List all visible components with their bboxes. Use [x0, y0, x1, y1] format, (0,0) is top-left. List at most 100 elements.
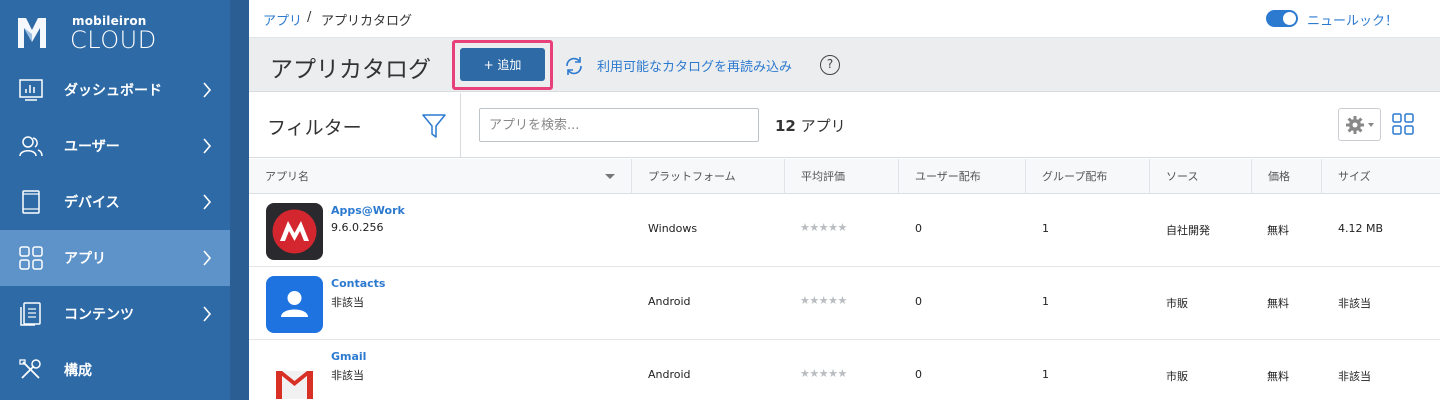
sort-arrow-icon[interactable] [605, 174, 615, 179]
column-label: ソース [1166, 170, 1199, 183]
column-header-platform[interactable]: プラットフォーム [632, 159, 785, 194]
brand-name-big: CLOUD [70, 26, 157, 54]
app-name-link[interactable]: Gmail [331, 350, 366, 363]
price-cell: 無料 [1267, 297, 1289, 310]
sidebar-item-label: コンテンツ [64, 307, 134, 323]
app-count: 12 アプリ [775, 115, 846, 136]
source-cell: 自社開発 [1166, 224, 1210, 237]
rating-stars: ★★★★★ [800, 367, 847, 380]
table-row[interactable]: Gmail 非該当 Android ★★★★★ 0 1 市販 無料 非該当 [249, 340, 1440, 400]
platform-cell: Windows [648, 222, 698, 235]
new-look-toggle[interactable] [1266, 10, 1298, 27]
size-cell: 4.12 MB [1338, 222, 1384, 235]
content-icon [20, 302, 41, 326]
breadcrumb-current: アプリカタログ [321, 14, 413, 29]
breadcrumb-link-apps[interactable]: アプリ [263, 10, 302, 29]
contacts-app-icon [266, 276, 323, 333]
reload-catalog-link[interactable]: 利用可能なカタログを再読み込み [597, 56, 792, 75]
chevron-right-icon [203, 194, 212, 210]
sidebar-item-apps[interactable]: アプリ [0, 230, 230, 286]
filter-bar: フィルター 12 アプリ [249, 93, 1440, 158]
main-content: アプリ / アプリカタログ ニュールック！ アプリカタログ + 追加 利用可能な… [249, 0, 1440, 400]
table-row[interactable]: Apps@Work 9.6.0.256 Windows ★★★★★ 0 1 自社… [249, 194, 1440, 267]
mobileiron-logo-icon [18, 18, 46, 48]
gear-icon [1346, 116, 1374, 134]
chevron-right-icon [203, 138, 212, 154]
filter-title: フィルター [267, 117, 362, 139]
chevron-right-icon [203, 306, 212, 322]
rating-stars: ★★★★★ [800, 221, 847, 234]
chevron-right-icon [203, 82, 212, 98]
page-title: アプリカタログ [270, 57, 431, 83]
filter-icon[interactable] [422, 113, 446, 139]
filter-divider [460, 93, 461, 158]
app-count-number: 12 [775, 117, 796, 135]
source-cell: 市販 [1166, 370, 1188, 383]
settings-dropdown-button[interactable] [1338, 108, 1381, 141]
column-header-source[interactable]: ソース [1150, 159, 1252, 194]
column-label: グループ配布 [1042, 170, 1108, 183]
configuration-icon [19, 359, 41, 379]
sidebar-item-devices[interactable]: デバイス [0, 174, 230, 230]
column-header-group-distribution[interactable]: グループ配布 [1026, 159, 1150, 194]
group-distribution-cell: 1 [1042, 295, 1049, 308]
chevron-right-icon [203, 250, 212, 266]
help-icon[interactable]: ? [820, 55, 840, 75]
sidebar: mobileiron CLOUD ダッシュボード ユーザー デバイス アプリ コ… [0, 0, 230, 400]
price-cell: 無料 [1267, 224, 1289, 237]
apps-icon [19, 246, 43, 270]
app-version: 非該当 [331, 296, 364, 309]
platform-cell: Android [648, 368, 691, 381]
sidebar-item-label: デバイス [64, 195, 120, 211]
table-header: アプリ名 プラットフォーム 平均評価 ユーザー配布 グループ配布 ソース 価格 … [249, 159, 1440, 194]
gmail-app-icon [266, 349, 323, 400]
app-count-unit: アプリ [800, 117, 846, 135]
platform-cell: Android [648, 295, 691, 308]
logo[interactable]: mobileiron CLOUD [0, 0, 230, 62]
sidebar-item-label: ユーザー [64, 139, 120, 155]
column-header-size[interactable]: サイズ [1322, 159, 1440, 194]
sidebar-divider [230, 0, 249, 400]
column-label: 平均評価 [801, 170, 845, 183]
sidebar-item-label: 構成 [64, 363, 92, 379]
search-input[interactable] [479, 108, 759, 142]
column-header-app-name[interactable]: アプリ名 [249, 159, 632, 194]
app-name-link[interactable]: Apps@Work [331, 204, 405, 217]
column-label: サイズ [1338, 170, 1371, 183]
app-name-link[interactable]: Contacts [331, 277, 385, 290]
column-header-rating[interactable]: 平均評価 [785, 159, 899, 194]
user-distribution-cell: 0 [915, 295, 922, 308]
add-button[interactable]: + 追加 [460, 48, 545, 81]
source-cell: 市販 [1166, 297, 1188, 310]
users-icon [19, 136, 43, 157]
mobileiron-app-icon [266, 203, 323, 260]
sidebar-item-dashboard[interactable]: ダッシュボード [0, 62, 230, 118]
sidebar-item-content[interactable]: コンテンツ [0, 286, 230, 342]
rating-stars: ★★★★★ [800, 294, 847, 307]
dashboard-icon [19, 79, 43, 101]
reload-icon[interactable] [563, 55, 585, 77]
column-header-price[interactable]: 価格 [1252, 159, 1322, 194]
group-distribution-cell: 1 [1042, 222, 1049, 235]
size-cell: 非該当 [1338, 297, 1371, 310]
grid-view-icon[interactable] [1392, 113, 1414, 135]
breadcrumb-separator: / [307, 10, 312, 25]
sidebar-item-users[interactable]: ユーザー [0, 118, 230, 174]
size-cell: 非該当 [1338, 370, 1371, 383]
user-distribution-cell: 0 [915, 368, 922, 381]
new-look-label[interactable]: ニュールック！ [1307, 10, 1398, 29]
top-bar: アプリ / アプリカタログ ニュールック！ [249, 0, 1440, 38]
column-label: ユーザー配布 [915, 170, 981, 183]
column-label: アプリ名 [265, 170, 309, 183]
sidebar-item-label: ダッシュボード [64, 83, 162, 99]
app-version: 9.6.0.256 [331, 221, 384, 234]
sidebar-item-configuration[interactable]: 構成 [0, 342, 230, 398]
column-header-user-distribution[interactable]: ユーザー配布 [899, 159, 1026, 194]
column-label: プラットフォーム [648, 170, 736, 183]
group-distribution-cell: 1 [1042, 368, 1049, 381]
table-row[interactable]: Contacts 非該当 Android ★★★★★ 0 1 市販 無料 非該当 [249, 267, 1440, 340]
sidebar-item-label: アプリ [64, 251, 106, 267]
column-label: 価格 [1268, 170, 1290, 183]
page-header: アプリカタログ + 追加 利用可能なカタログを再読み込み ? [249, 38, 1440, 92]
price-cell: 無料 [1267, 370, 1289, 383]
